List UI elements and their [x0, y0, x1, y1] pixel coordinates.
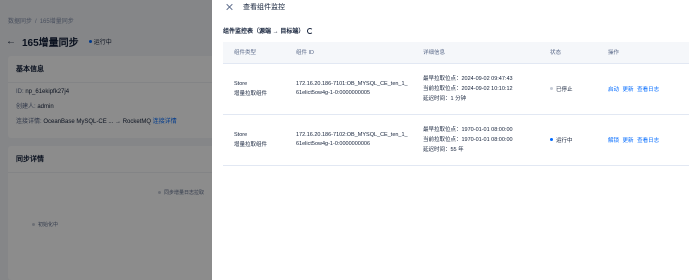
refresh-icon[interactable] — [307, 27, 314, 34]
column-header: 组件类型 — [223, 42, 283, 64]
component-table: 组件类型 组件 ID 详细信息 状态 操作 Store 增量拉取组件 172.1… — [223, 42, 689, 166]
detail-line: 当前拉取位点：2024-09-02 10:10:12 — [423, 85, 513, 92]
id-line: 61elict5ow4g-1-0:0000000006 — [296, 140, 371, 147]
status-text: 已停止 — [556, 86, 573, 93]
id-line: 172.16.20.186-7101:OB_MYSQL_CE_ten_1_ — [296, 80, 408, 87]
start-button[interactable]: 启动 — [608, 87, 619, 93]
section-title: 组件监控表（源端 → 目标端） — [223, 26, 314, 35]
update-button[interactable]: 更新 — [623, 138, 634, 144]
actions-cell: 解锁 更新 查看日志 — [602, 114, 689, 166]
table-header-row: 组件类型 组件 ID 详细信息 状态 操作 — [223, 42, 689, 64]
status-indicator: 已停止 — [550, 85, 602, 93]
detail-line: 延迟时间：55 年 — [423, 146, 464, 153]
status-dot-icon — [550, 87, 553, 90]
id-cell: 172.16.20.186-7101:OB_MYSQL_CE_ten_1_ 61… — [283, 63, 415, 115]
column-header: 组件 ID — [283, 42, 415, 64]
column-header: 详细信息 — [415, 42, 542, 64]
column-header: 操作 — [602, 42, 689, 64]
id-cell: 172.16.20.186-7102:OB_MYSQL_CE_ten_1_ 61… — [283, 114, 415, 166]
view-log-button[interactable]: 查看日志 — [637, 138, 659, 144]
type-desc: 增量拉取组件 — [234, 141, 268, 148]
status-cell: 运行中 — [542, 114, 602, 166]
table-row: Store 增量拉取组件 172.16.20.186-7101:OB_MYSQL… — [223, 63, 689, 115]
id-line: 172.16.20.186-7102:OB_MYSQL_CE_ten_1_ — [296, 131, 408, 138]
detail-cell: 最早拉取位点：1970-01-01 08:00:00 当前拉取位点：1970-0… — [415, 114, 542, 166]
status-indicator: 运行中 — [550, 136, 602, 144]
type-cell: Store 增量拉取组件 — [223, 114, 283, 166]
table-row: Store 增量拉取组件 172.16.20.186-7102:OB_MYSQL… — [223, 114, 689, 166]
type-desc: 增量拉取组件 — [234, 90, 268, 97]
status-text: 运行中 — [556, 137, 573, 144]
detail-line: 当前拉取位点：1970-01-01 08:00:00 — [423, 136, 513, 143]
column-header: 状态 — [542, 42, 602, 64]
type-cell: Store 增量拉取组件 — [223, 63, 283, 115]
drawer-header: 查看组件监控 — [212, 0, 690, 14]
actions-cell: 启动 更新 查看日志 — [602, 63, 689, 115]
detail-line: 最早拉取位点：1970-01-01 08:00:00 — [423, 126, 513, 133]
status-dot-icon — [550, 138, 553, 141]
detail-line: 最早拉取位点：2024-09-02 09:47:43 — [423, 75, 513, 82]
section-title-text: 组件监控表（源端 → 目标端） — [223, 29, 305, 35]
detail-line: 延迟时间：1 分钟 — [423, 95, 467, 102]
type-name: Store — [234, 80, 248, 87]
unlock-button[interactable]: 解锁 — [608, 138, 619, 144]
close-icon[interactable] — [225, 3, 233, 11]
type-name: Store — [234, 131, 248, 138]
update-button[interactable]: 更新 — [623, 87, 634, 93]
id-line: 61elict5ow4g-1-0:0000000005 — [296, 89, 371, 96]
drawer-title: 查看组件监控 — [243, 4, 285, 11]
status-cell: 已停止 — [542, 63, 602, 115]
component-monitor-drawer: 查看组件监控 组件监控表（源端 → 目标端） 组件类型 组件 ID 详细信息 状… — [212, 0, 690, 280]
view-log-button[interactable]: 查看日志 — [637, 87, 659, 93]
detail-cell: 最早拉取位点：2024-09-02 09:47:43 当前拉取位点：2024-0… — [415, 63, 542, 115]
